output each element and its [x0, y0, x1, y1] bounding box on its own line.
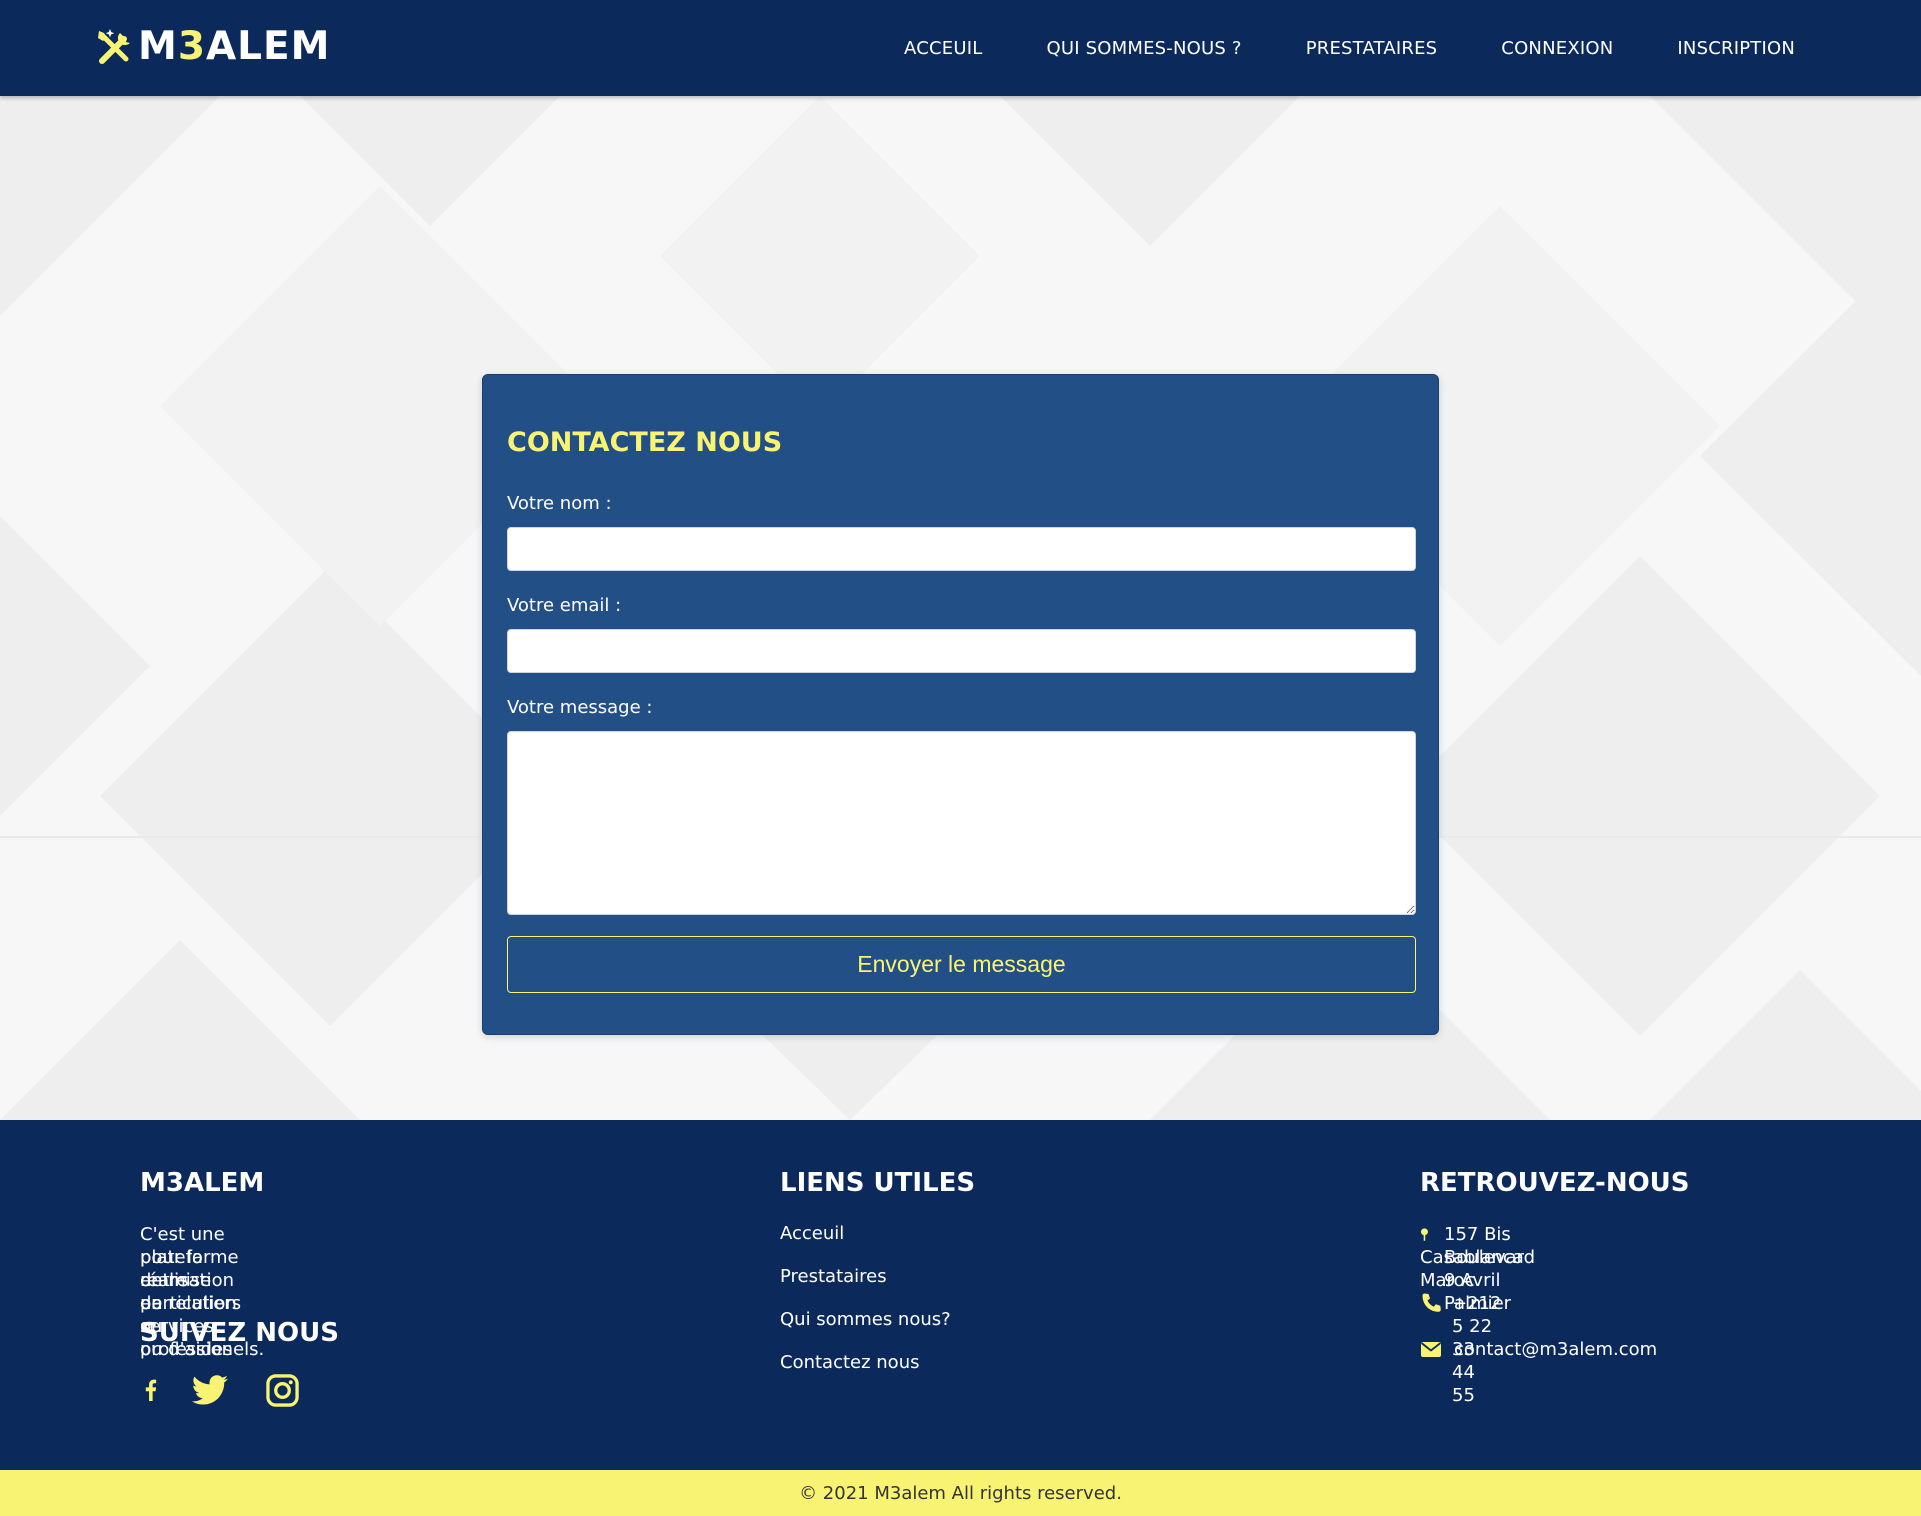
contact-email[interactable]: contact@m3alem.com — [1454, 1338, 1657, 1361]
nav-qui-sommes-nous[interactable]: QUI SOMMES-NOUS ? — [1046, 38, 1241, 59]
email-row: contact@m3alem.com — [1420, 1338, 1657, 1361]
nav-acceuil[interactable]: ACCEUIL — [904, 38, 982, 59]
send-message-button[interactable]: Envoyer le message — [507, 936, 1416, 993]
main-nav: ACCEUIL QUI SOMMES-NOUS ? PRESTATAIRES C… — [904, 0, 1795, 96]
nav-inscription[interactable]: INSCRIPTION — [1677, 38, 1795, 59]
message-textarea[interactable] — [507, 731, 1416, 915]
nav-prestataires[interactable]: PRESTATAIRES — [1306, 38, 1438, 59]
facebook-icon[interactable] — [140, 1373, 162, 1407]
copyright-bar: © 2021 M3alem All rights reserved. — [0, 1470, 1921, 1516]
site-header: M3ALEM ACCEUIL QUI SOMMES-NOUS ? PRESTAT… — [0, 0, 1921, 96]
site-logo[interactable]: M3ALEM — [96, 24, 330, 70]
name-label: Votre nom : — [507, 493, 612, 514]
follow-us-heading: SUIVEZ NOUS — [140, 1318, 339, 1348]
footer-about-heading: M3ALEM — [140, 1168, 265, 1198]
envelope-icon — [1420, 1342, 1442, 1357]
twitter-icon[interactable] — [192, 1375, 228, 1405]
contact-form: CONTACTEZ NOUS Votre nom : Votre email :… — [482, 374, 1439, 1035]
logo-wordmark: M3ALEM — [138, 24, 331, 69]
main-content: CONTACTEZ NOUS Votre nom : Votre email :… — [0, 96, 1921, 1120]
address-line-2: Casablanca Maroc — [1420, 1247, 1524, 1291]
footer-link-acceuil[interactable]: Acceuil — [780, 1223, 844, 1244]
footer-find-us-heading: RETROUVEZ-NOUS — [1420, 1168, 1690, 1198]
nav-connexion[interactable]: CONNEXION — [1501, 38, 1613, 59]
instagram-icon[interactable] — [266, 1373, 299, 1407]
email-input[interactable] — [507, 629, 1416, 673]
message-label: Votre message : — [507, 697, 653, 718]
footer-link-qui-sommes-nous[interactable]: Qui sommes nous? — [780, 1309, 951, 1330]
footer-links-heading: LIENS UTILES — [780, 1168, 976, 1198]
site-footer: M3ALEM C'est une plateforme de mise en r… — [0, 1120, 1921, 1470]
tools-icon — [98, 29, 130, 64]
email-label: Votre email : — [507, 595, 622, 616]
footer-link-contactez-nous[interactable]: Contactez nous — [780, 1352, 919, 1373]
contact-form-title: CONTACTEZ NOUS — [507, 427, 783, 458]
name-input[interactable] — [507, 527, 1416, 571]
copyright-text: © 2021 M3alem All rights reserved. — [799, 1482, 1122, 1504]
footer-link-prestataires[interactable]: Prestataires — [780, 1266, 887, 1287]
social-links — [140, 1373, 299, 1407]
map-pin-icon — [1420, 1228, 1428, 1241]
phone-icon — [1422, 1293, 1441, 1312]
